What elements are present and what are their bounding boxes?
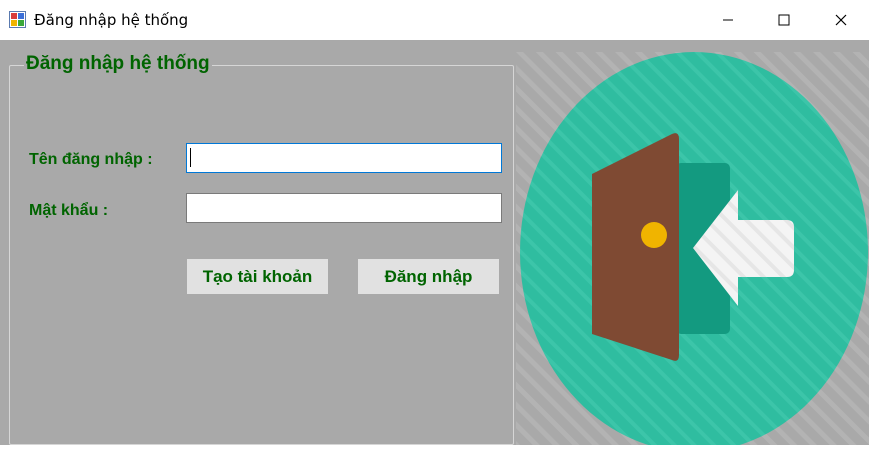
close-button[interactable] xyxy=(813,0,869,40)
title-bar: Đăng nhập hệ thống xyxy=(0,0,869,40)
window-title: Đăng nhập hệ thống xyxy=(34,11,189,29)
minimize-button[interactable] xyxy=(700,0,756,40)
form-client-area: Đăng nhập hệ thống Tên đăng nhập : Mật k… xyxy=(0,40,869,450)
create-account-button[interactable]: Tạo tài khoản xyxy=(187,259,328,294)
text-caret xyxy=(190,148,191,167)
login-illustration xyxy=(516,52,869,450)
login-groupbox: Đăng nhập hệ thống xyxy=(9,53,514,445)
close-icon xyxy=(835,14,847,26)
app-icon xyxy=(9,11,26,28)
username-label: Tên đăng nhập : xyxy=(29,151,153,168)
minimize-icon xyxy=(723,19,733,21)
password-label: Mật khẩu : xyxy=(29,202,109,219)
username-input[interactable] xyxy=(186,143,502,173)
username-field-wrap xyxy=(186,143,502,173)
password-input[interactable] xyxy=(186,193,502,223)
maximize-icon xyxy=(778,14,790,26)
login-button[interactable]: Đăng nhập xyxy=(358,259,499,294)
groupbox-title: Đăng nhập hệ thống xyxy=(24,53,212,75)
maximize-button[interactable] xyxy=(756,0,812,40)
